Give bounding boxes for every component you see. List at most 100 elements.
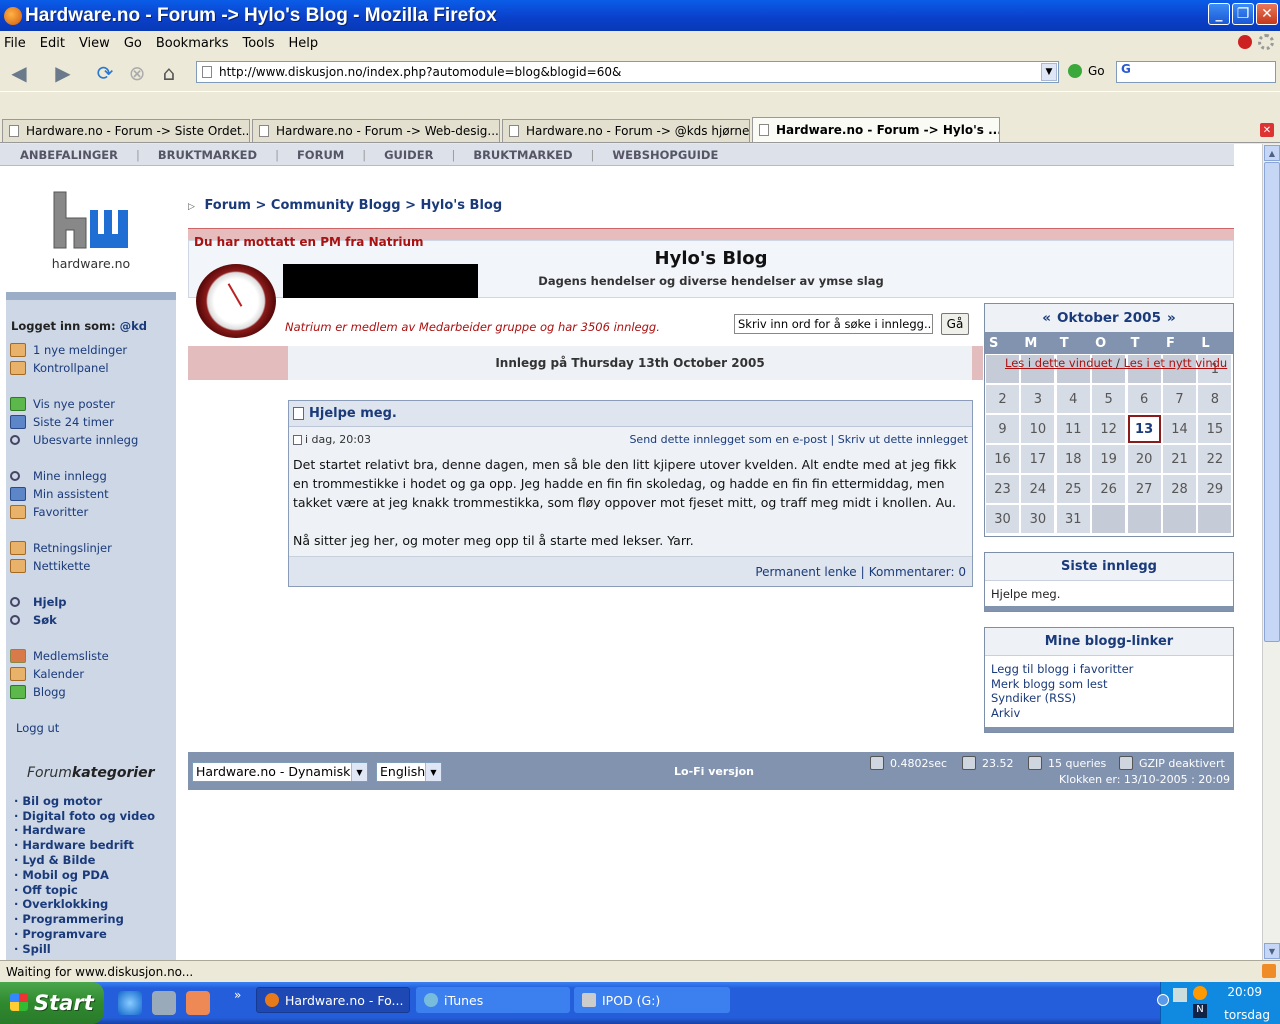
- sidebar-item-search[interactable]: Søk: [10, 613, 57, 627]
- comments-link[interactable]: Kommentarer: 0: [869, 565, 966, 579]
- archive-link[interactable]: Arkiv: [991, 706, 1227, 721]
- address-bar[interactable]: http://www.diskusjon.no/index.php?automo…: [196, 61, 1059, 83]
- category-item[interactable]: · Hardware: [14, 823, 86, 837]
- calendar-day[interactable]: 17: [1021, 445, 1055, 473]
- lofi-link[interactable]: Lo-Fi versjon: [674, 765, 754, 778]
- close-tab-icon[interactable]: ✕: [1260, 123, 1274, 137]
- tray-expand-icon[interactable]: [1157, 994, 1169, 1006]
- calendar-day[interactable]: 26: [1092, 475, 1126, 503]
- calendar-day[interactable]: 18: [1056, 445, 1090, 473]
- back-arrow-icon[interactable]: ◀: [6, 60, 32, 86]
- open-new-window-link[interactable]: Les i et nytt vindu: [1124, 356, 1228, 370]
- minimize-button[interactable]: _: [1208, 3, 1230, 25]
- email-post-link[interactable]: Send dette innlegget som en e-post: [629, 433, 827, 446]
- quicklaunch-expand-icon[interactable]: »: [234, 988, 241, 1002]
- calendar-day[interactable]: 29: [1198, 475, 1232, 503]
- calendar-day[interactable]: 27: [1127, 475, 1161, 503]
- calendar-day[interactable]: 9: [986, 415, 1019, 443]
- internet-explorer-icon[interactable]: [118, 991, 142, 1015]
- nav-guider[interactable]: GUIDER: [384, 148, 433, 162]
- blog-search-button[interactable]: Gå: [941, 313, 969, 335]
- category-item[interactable]: · Lyd & Bilde: [14, 853, 95, 867]
- menu-tools[interactable]: Tools: [242, 36, 274, 51]
- tab-web-design[interactable]: Hardware.no - Forum -> Web-desig...: [252, 119, 500, 142]
- sidebar-item-control-panel[interactable]: Kontrollpanel: [10, 361, 109, 375]
- mark-read-link[interactable]: Merk blogg som lest: [991, 677, 1227, 692]
- chevron-down-icon[interactable]: ▼: [1041, 63, 1057, 81]
- post-title[interactable]: Hjelpe meg.: [309, 406, 397, 421]
- language-select[interactable]: English ▼: [376, 762, 442, 782]
- nav-bruktmarked-2[interactable]: BRUKTMARKED: [473, 148, 572, 162]
- nav-webshopguide[interactable]: WEBSHOPGUIDE: [612, 148, 718, 162]
- calendar-day[interactable]: 28: [1163, 475, 1196, 503]
- calendar-day[interactable]: 4: [1056, 385, 1090, 413]
- calendar-day[interactable]: 3: [1021, 385, 1055, 413]
- calendar-day[interactable]: 30: [1021, 505, 1055, 533]
- reload-icon[interactable]: ⟳: [92, 60, 118, 86]
- taskbar-firefox[interactable]: Hardware.no - Fo...: [256, 987, 410, 1013]
- scroll-up-icon[interactable]: ▲: [1264, 145, 1280, 161]
- calendar-day[interactable]: 10: [1021, 415, 1055, 443]
- tab-hylos-blog[interactable]: Hardware.no - Forum -> Hylo's ...: [752, 117, 1000, 142]
- logout-link[interactable]: Logg ut: [16, 721, 59, 735]
- calendar-day[interactable]: 12: [1092, 415, 1126, 443]
- permalink-link[interactable]: Permanent lenke: [755, 565, 856, 579]
- n-icon[interactable]: N: [1193, 1004, 1207, 1018]
- calendar-day[interactable]: 6: [1127, 385, 1161, 413]
- crumb-hylos-blog[interactable]: Hylo's Blog: [421, 198, 503, 213]
- calendar-day[interactable]: 7: [1163, 385, 1196, 413]
- calendar-day[interactable]: 5: [1092, 385, 1126, 413]
- sidebar-item-my-posts[interactable]: Mine innlegg: [10, 469, 107, 483]
- update-icon[interactable]: [1238, 35, 1252, 49]
- sidebar-item-calendar[interactable]: Kalender: [10, 667, 84, 681]
- network-icon[interactable]: [1173, 988, 1187, 1002]
- menu-go[interactable]: Go: [124, 36, 142, 51]
- sidebar-item-new-messages[interactable]: 1 nye meldinger: [10, 343, 127, 357]
- taskbar-itunes[interactable]: iTunes: [416, 987, 570, 1013]
- category-item[interactable]: · Bil og motor: [14, 794, 102, 808]
- sidebar-item-blog[interactable]: Blogg: [10, 685, 66, 699]
- category-item[interactable]: · Hardware bedrift: [14, 838, 134, 852]
- forward-arrow-icon[interactable]: ▶: [50, 60, 76, 86]
- calendar-day[interactable]: 19: [1092, 445, 1126, 473]
- print-post-link[interactable]: Skriv ut dette innlegget: [838, 433, 968, 446]
- rss-link[interactable]: Syndiker (RSS): [991, 691, 1227, 706]
- scroll-thumb[interactable]: [1264, 162, 1280, 642]
- crumb-community-blogg[interactable]: Community Blogg: [271, 198, 401, 213]
- nav-anbefalinger[interactable]: ANBEFALINGER: [20, 148, 118, 162]
- go-button[interactable]: Go: [1068, 64, 1105, 78]
- category-item[interactable]: · Off topic: [14, 883, 78, 897]
- calendar-day[interactable]: 31: [1056, 505, 1090, 533]
- stop-icon[interactable]: ⊗: [124, 60, 150, 86]
- pm-notice[interactable]: Du har mottatt en PM fra Natrium: [194, 235, 424, 249]
- blog-search-input[interactable]: Skriv inn ord for å søke i innlegg...: [734, 314, 933, 334]
- calendar-day[interactable]: 14: [1163, 415, 1196, 443]
- calendar-day[interactable]: 16: [986, 445, 1019, 473]
- calendar-day[interactable]: 25: [1056, 475, 1090, 503]
- messenger-icon[interactable]: [1193, 986, 1207, 1000]
- sidebar-item-netiquette[interactable]: Nettikette: [10, 559, 90, 573]
- calendar-day[interactable]: 2: [986, 385, 1019, 413]
- sidebar-item-members[interactable]: Medlemsliste: [10, 649, 109, 663]
- crumb-forum[interactable]: Forum: [204, 198, 251, 213]
- sidebar-item-favorites[interactable]: Favoritter: [10, 505, 88, 519]
- recent-post-link[interactable]: Hjelpe meg.: [991, 587, 1227, 602]
- category-item[interactable]: · Spill: [14, 942, 51, 956]
- calendar-day[interactable]: 22: [1198, 445, 1232, 473]
- category-item[interactable]: · Mobil og PDA: [14, 868, 109, 882]
- username-link[interactable]: @kd: [120, 319, 147, 333]
- menu-file[interactable]: File: [4, 36, 26, 51]
- taskbar-ipod[interactable]: IPOD (G:): [574, 987, 730, 1013]
- sidebar-item-assistant[interactable]: Min assistent: [10, 487, 109, 501]
- scroll-down-icon[interactable]: ▼: [1264, 943, 1280, 959]
- add-favorite-link[interactable]: Legg til blogg i favoritter: [991, 662, 1227, 677]
- sidebar-item-new-posts[interactable]: Vis nye poster: [10, 397, 115, 411]
- menu-help[interactable]: Help: [289, 36, 319, 51]
- tab-kds-hjorne[interactable]: Hardware.no - Forum -> @kds hjørne: [502, 119, 750, 142]
- skin-select[interactable]: Hardware.no - Dynamisk ▼: [192, 762, 368, 782]
- desktop-icon[interactable]: [152, 991, 176, 1015]
- category-item[interactable]: · Programvare: [14, 927, 107, 941]
- category-item[interactable]: · Digital foto og video: [14, 809, 155, 823]
- sidebar-item-last-24h[interactable]: Siste 24 timer: [10, 415, 114, 429]
- menu-bookmarks[interactable]: Bookmarks: [156, 36, 229, 51]
